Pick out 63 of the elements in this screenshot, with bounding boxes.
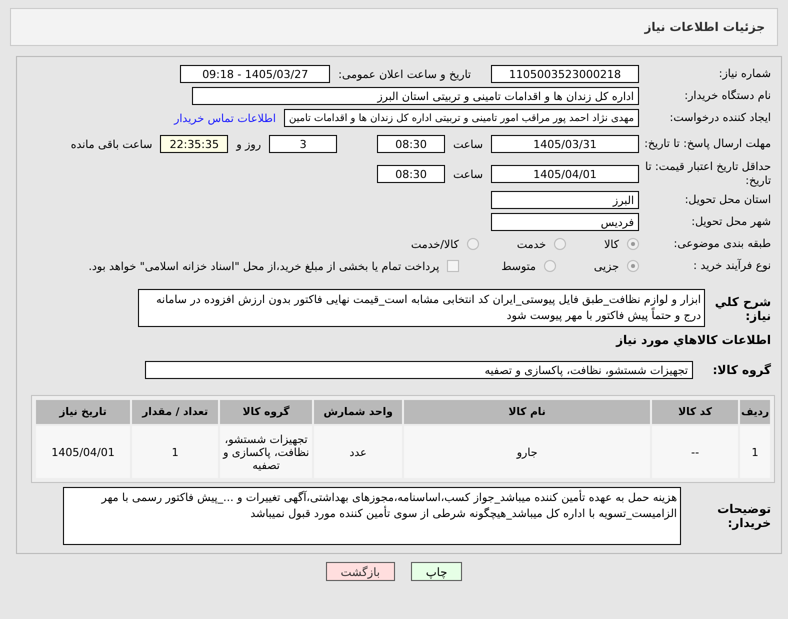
days-label: روز و <box>236 138 262 150</box>
field-label: توضیحات خریدار: <box>716 502 772 530</box>
column-header: تاریخ نیاز <box>36 400 130 424</box>
checkbox-label: پرداخت تمام یا بخشی از مبلغ خرید،از محل "اسناد خزانه اسلامی" خواهد بود. <box>88 260 440 272</box>
text-field[interactable]: البرز <box>491 191 639 209</box>
radio-label: جزیی <box>594 260 619 272</box>
table-cell: -- <box>652 426 738 478</box>
radio-button[interactable] <box>554 238 566 250</box>
text-field[interactable]: 3 <box>269 135 338 153</box>
field-label: تاریخ و ساعت اعلان عمومی: <box>338 68 471 80</box>
page-title: جزئیات اطلاعات نیاز <box>644 20 765 34</box>
section-title: اطلاعات کالاهاي مورد نياز <box>614 333 772 347</box>
column-header: واحد شمارش <box>314 400 402 424</box>
table-cell: جارو <box>404 426 650 478</box>
field-label: مهلت ارسال پاسخ: تا تاریخ: <box>643 137 772 151</box>
table-cell: عدد <box>314 426 402 478</box>
field-label: نام دستگاه خریدار: <box>683 89 772 103</box>
text-field[interactable]: مهدی نژاد احمد پور مراقب امور تامینی و تربیتی اداره کل زندان ها و اقدامات تامین <box>284 109 639 127</box>
column-header: کد کالا <box>652 400 738 424</box>
text-field[interactable]: 08:30 <box>377 165 446 183</box>
field-label: استان محل تحویل: <box>684 193 772 207</box>
radio-button[interactable] <box>627 238 639 250</box>
field-label: نوع فرآیند خرید : <box>692 259 772 273</box>
text-field[interactable]: تجهیزات شستشو، نظافت، پاکسازی و تصفیه <box>145 361 693 379</box>
field-label: شهر محل تحویل: <box>690 215 772 229</box>
text-field[interactable]: 1405/03/31 <box>491 135 639 153</box>
print-button[interactable]: چاپ <box>410 562 462 581</box>
time-label: ساعت <box>453 168 483 180</box>
notes-field[interactable]: هزینه حمل به عهده تأمین کننده میباشد_جواز کسب،اساسنامه،مجوزهای بهداشتی،آگهی تغییرات و ..._پیش فاکتور رسمی با مهر الزامیست_تسویه با اداره کل میباشد_هیچگونه شرطی از سوی تأمین کننده مورد قبول نمیباشد <box>63 487 681 545</box>
radio-label: خدمت <box>516 238 546 250</box>
column-header: ردیف <box>740 400 770 424</box>
field-label: طبقه بندی موضوعی: <box>672 237 772 251</box>
text-field[interactable]: 1405/04/01 <box>491 165 639 183</box>
back-button[interactable]: بازگشت <box>326 562 395 581</box>
field-label: حداقل تاریخ اعتبار قیمت: تا تاریخ: <box>644 160 772 188</box>
text-field[interactable]: 08:30 <box>377 135 446 153</box>
contact-link[interactable]: اطلاعات تماس خریدار <box>174 112 276 124</box>
field-label: ایجاد کننده درخواست: <box>668 111 772 125</box>
column-header: نام کالا <box>404 400 650 424</box>
checkbox[interactable] <box>447 260 460 272</box>
countdown-field: 22:35:35 <box>160 135 228 153</box>
remaining-label: ساعت باقی مانده <box>70 138 152 150</box>
table-cell: 1 <box>132 426 218 478</box>
radio-button[interactable] <box>627 260 639 272</box>
text-field[interactable]: فردیس <box>491 213 639 231</box>
table-cell: تجهیزات شستشو، نظافت، پاکسازی و تصفیه <box>220 426 312 478</box>
radio-button[interactable] <box>544 260 556 272</box>
radio-label: متوسط <box>501 260 536 272</box>
table-cell: 1 <box>740 426 770 478</box>
field-label: شرح کلي نياز: <box>714 294 772 323</box>
column-header: تعداد / مقدار <box>132 400 218 424</box>
radio-label: کالا <box>604 238 619 250</box>
column-header: گروه کالا <box>220 400 312 424</box>
radio-label: کالا/خدمت <box>411 238 459 250</box>
time-label: ساعت <box>453 138 483 150</box>
description-field[interactable]: ابزار و لوازم نظافت_طبق فایل پیوستی_ایران کد انتخابی مشابه است_قیمت نهایی فاکتور بدون ارزش افزوده در سامانه درج و حتماً پیش فاکتور با مهر پیوست شود <box>138 289 705 327</box>
field-label: گروه کالا: <box>712 363 772 377</box>
text-field[interactable]: 1405/03/27 - 09:18 <box>180 65 330 83</box>
table-cell: 1405/04/01 <box>36 426 130 478</box>
text-field[interactable]: اداره کل زندان ها و اقدامات تامینی و تربیتی استان البرز <box>192 87 639 105</box>
field-label: شماره نیاز: <box>718 67 772 81</box>
text-field[interactable]: 1105003523000218 <box>491 65 639 83</box>
radio-button[interactable] <box>466 238 479 250</box>
